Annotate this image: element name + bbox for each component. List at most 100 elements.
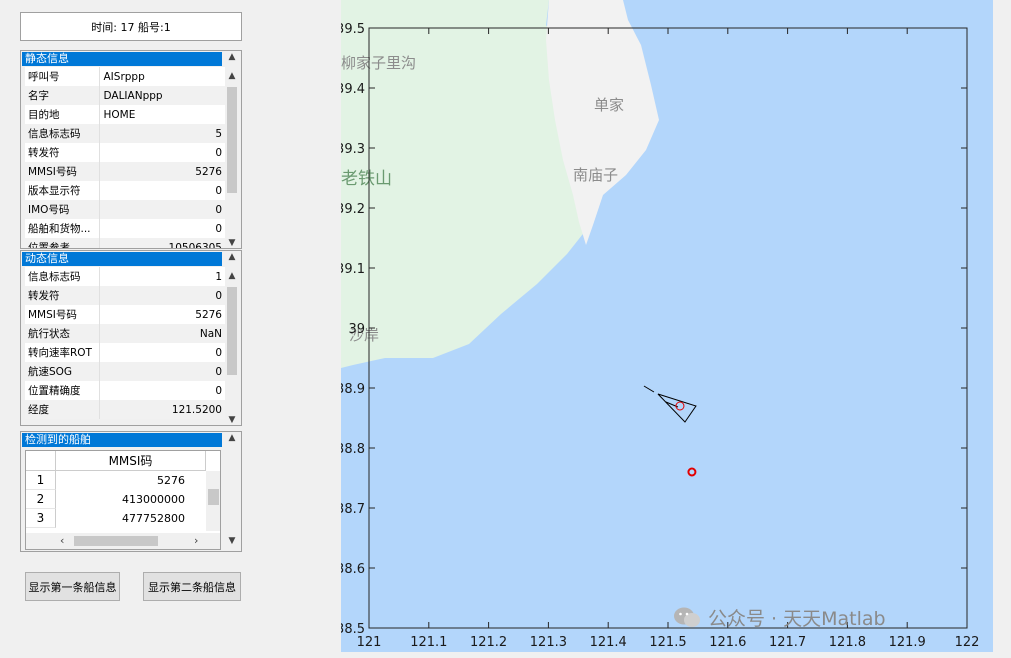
property-name: IMO号码 (25, 200, 100, 219)
table-row[interactable]: MMSI号码 5276 (25, 162, 225, 181)
x-tick-label: 121.6 (709, 635, 746, 650)
table-corner (26, 451, 56, 471)
static-info-table: 呼叫号 AISrppp 名字 DALIANppp 目的地 HOME 信息标志码 5 转发符 0 MM… (25, 67, 225, 248)
scroll-down-icon[interactable]: ▼ (225, 238, 239, 248)
table-row[interactable]: 名字 DALIANppp (25, 86, 225, 105)
row-number: 2 (26, 490, 56, 509)
table-row[interactable]: 2 413000000 (26, 490, 206, 509)
row-number: 1 (26, 471, 56, 490)
scroll-thumb[interactable] (74, 536, 158, 546)
table-row[interactable]: 3 477752800 (26, 509, 206, 528)
panel-scroll-up-icon[interactable]: ▲ (225, 52, 239, 62)
place-label: 老铁山 (341, 169, 392, 189)
property-value[interactable]: AISrppp (99, 67, 225, 86)
y-tick-label: 38.9 (341, 382, 365, 397)
mmsi-column-header[interactable]: MMSI码 (56, 451, 206, 471)
map-canvas[interactable]: 柳家子里沟单家老铁山 南庙子沙岸 121 121.1 121.2 121.3 121.4 1… (341, 0, 993, 652)
table-row[interactable]: 呼叫号 AISrppp (25, 67, 225, 86)
table-row[interactable]: 转发符 0 (25, 143, 225, 162)
dynamic-info-panel: 动态信息 ▲ 信息标志码 1 转发符 0 MMSI号码 5276 航行状态 NaN 转向速率RO… (20, 250, 242, 426)
property-value[interactable]: 0 (99, 381, 225, 400)
property-name: MMSI号码 (25, 305, 100, 324)
property-value[interactable]: 0 (99, 343, 225, 362)
scroll-left-icon[interactable]: ‹ (60, 534, 64, 547)
show-first-ship-button[interactable]: 显示第一条船信息 (25, 572, 120, 601)
table-row[interactable]: 位置参考... 10506305 (25, 238, 225, 248)
property-name: 名字 (25, 86, 100, 105)
property-name: 航速SOG (25, 362, 100, 381)
property-value[interactable]: 5276 (99, 305, 225, 324)
property-value[interactable]: 0 (99, 181, 225, 200)
table-row[interactable]: 经度 121.5200 (25, 400, 225, 419)
table-row[interactable]: IMO号码 0 (25, 200, 225, 219)
table-row[interactable]: 船舶和货物... 0 (25, 219, 225, 238)
watermark-text: 公众号 · 天天Matlab (708, 608, 886, 630)
table-row[interactable]: 航速SOG 0 (25, 362, 225, 381)
table-row[interactable]: MMSI号码 5276 (25, 305, 225, 324)
static-info-title: 静态信息 (22, 52, 222, 66)
property-value[interactable]: HOME (99, 105, 225, 124)
scroll-down-icon[interactable]: ▼ (225, 415, 239, 425)
status-display: 时间: 17 船号:1 (20, 12, 242, 41)
table-row[interactable]: 目的地 HOME (25, 105, 225, 124)
property-name: 转发符 (25, 143, 100, 162)
table-row[interactable]: 航行状态 NaN (25, 324, 225, 343)
mmsi-cell[interactable]: 477752800 (56, 509, 206, 528)
scroll-up-icon[interactable]: ▲ (225, 271, 239, 281)
property-value[interactable]: DALIANppp (99, 86, 225, 105)
property-value[interactable]: 0 (99, 362, 225, 381)
property-value[interactable]: NaN (99, 324, 225, 343)
property-value[interactable]: 0 (99, 286, 225, 305)
scroll-down-icon[interactable]: ▼ (225, 536, 239, 546)
property-name: MMSI号码 (25, 162, 100, 181)
y-tick-label: 39.4 (341, 82, 365, 97)
wechat-icon (674, 607, 700, 627)
mmsi-cell[interactable]: 413000000 (56, 490, 206, 509)
table-row[interactable]: 转向速率ROT 0 (25, 343, 225, 362)
property-value[interactable]: 121.5200 (99, 400, 225, 419)
scroll-thumb[interactable] (227, 87, 237, 193)
scroll-right-icon[interactable]: › (194, 534, 198, 547)
table-row[interactable]: 转发符 0 (25, 286, 225, 305)
property-value[interactable]: 5276 (99, 162, 225, 181)
table-horizontal-scrollbar[interactable]: ‹ › (26, 533, 220, 549)
property-value[interactable]: 0 (99, 200, 225, 219)
show-second-ship-button[interactable]: 显示第二条船信息 (143, 572, 241, 601)
map-axes[interactable]: 柳家子里沟 单家 老铁山 南庙子 沙岸 121 121.1 121.2 121.3 121.4 1… (341, 0, 993, 652)
panel-scroll-up-icon[interactable]: ▲ (225, 433, 239, 443)
y-tick-label: 39.3 (341, 142, 365, 157)
scroll-thumb[interactable] (208, 489, 219, 505)
property-name: 信息标志码 (25, 124, 100, 143)
scroll-thumb[interactable] (227, 287, 237, 375)
y-tick-label: 38.6 (341, 562, 365, 577)
y-tick-label: 39.2 (341, 202, 365, 217)
static-info-scrollbar[interactable]: ▲ ▼ (225, 71, 239, 248)
table-row[interactable]: 信息标志码 1 (25, 267, 225, 286)
panel-scroll-up-icon[interactable]: ▲ (225, 252, 239, 262)
property-name: 位置参考... (25, 238, 100, 248)
property-value[interactable]: 1 (99, 267, 225, 286)
place-label: 南庙子 (573, 166, 618, 184)
property-name: 经度 (25, 400, 100, 419)
property-value[interactable]: 10506305 (99, 238, 225, 248)
dynamic-info-title: 动态信息 (22, 252, 222, 266)
property-value[interactable]: 0 (99, 143, 225, 162)
detected-ships-scrollbar[interactable]: ▼ (225, 536, 239, 550)
x-tick-label: 121.2 (470, 635, 507, 650)
property-name: 版本显示符 (25, 181, 100, 200)
mmsi-cell[interactable]: 5276 (56, 471, 206, 490)
property-name: 航行状态 (25, 324, 100, 343)
table-row[interactable]: 位置精确度 0 (25, 381, 225, 400)
table-row[interactable]: 信息标志码 5 (25, 124, 225, 143)
y-tick-label: 38.7 (341, 502, 365, 517)
mmsi-table[interactable]: MMSI码 1 5276 2 413000000 3 477752800 ‹ › (25, 450, 221, 550)
table-row[interactable]: 1 5276 (26, 471, 206, 490)
property-name: 信息标志码 (25, 267, 100, 286)
property-value[interactable]: 0 (99, 219, 225, 238)
scroll-up-icon[interactable]: ▲ (225, 71, 239, 81)
table-vertical-scrollbar[interactable] (206, 471, 220, 531)
table-row[interactable]: 版本显示符 0 (25, 181, 225, 200)
property-value[interactable]: 5 (99, 124, 225, 143)
dynamic-info-scrollbar[interactable]: ▲ ▼ (225, 271, 239, 425)
place-label: 单家 (594, 96, 624, 114)
